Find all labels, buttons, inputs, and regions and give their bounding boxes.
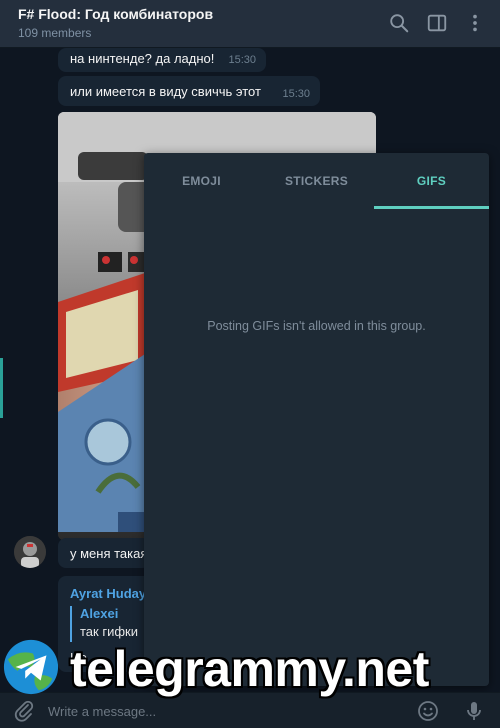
gifs-restricted-notice: Posting GIFs isn't allowed in this group… [207, 319, 426, 333]
tab-emoji[interactable]: EMOJI [144, 153, 259, 209]
message-author[interactable]: Ayrat Huday [70, 586, 146, 601]
telegram-globe-logo [3, 639, 59, 695]
chat-title[interactable]: F# Flood: Год комбинаторов [18, 6, 213, 22]
message-text: или имеется в виду свиччь этот [70, 84, 261, 99]
message-bubble[interactable]: или имеется в виду свиччь этот 15:30 [58, 76, 320, 106]
emoji-icon[interactable] [416, 699, 440, 723]
panel-tabs: EMOJI STICKERS GIFS [144, 153, 489, 209]
message-bubble[interactable]: на нинтенде? да ладно! 15:30 [58, 48, 266, 72]
search-icon[interactable] [388, 12, 410, 34]
paperclip-icon[interactable] [12, 699, 36, 723]
emoji-sticker-gif-panel: EMOJI STICKERS GIFS Posting GIFs isn't a… [144, 153, 489, 686]
message-time: 15:30 [282, 88, 310, 100]
message-input[interactable] [48, 699, 398, 723]
message-bubble[interactable]: у меня такая [58, 538, 150, 568]
message-text: на нинтенде? да ладно! [70, 51, 215, 66]
watermark: telegrammy.net [0, 636, 500, 700]
microphone-icon[interactable] [462, 699, 486, 723]
active-tab-indicator [374, 206, 489, 209]
message-time: 15:30 [228, 54, 256, 66]
chat-header: F# Flood: Год комбинаторов 109 members [0, 0, 500, 48]
sidebar-toggle-icon[interactable] [426, 12, 448, 34]
quote-author: Alexei [80, 606, 119, 621]
watermark-text: telegrammy.net [70, 641, 429, 697]
more-vertical-icon[interactable] [464, 12, 486, 34]
avatar[interactable] [14, 536, 46, 568]
message-text: у меня такая [70, 546, 148, 561]
tab-gifs[interactable]: GIFS [374, 153, 489, 209]
scroll-indicator [0, 358, 3, 418]
tab-stickers[interactable]: STICKERS [259, 153, 374, 209]
member-count[interactable]: 109 members [18, 26, 91, 40]
